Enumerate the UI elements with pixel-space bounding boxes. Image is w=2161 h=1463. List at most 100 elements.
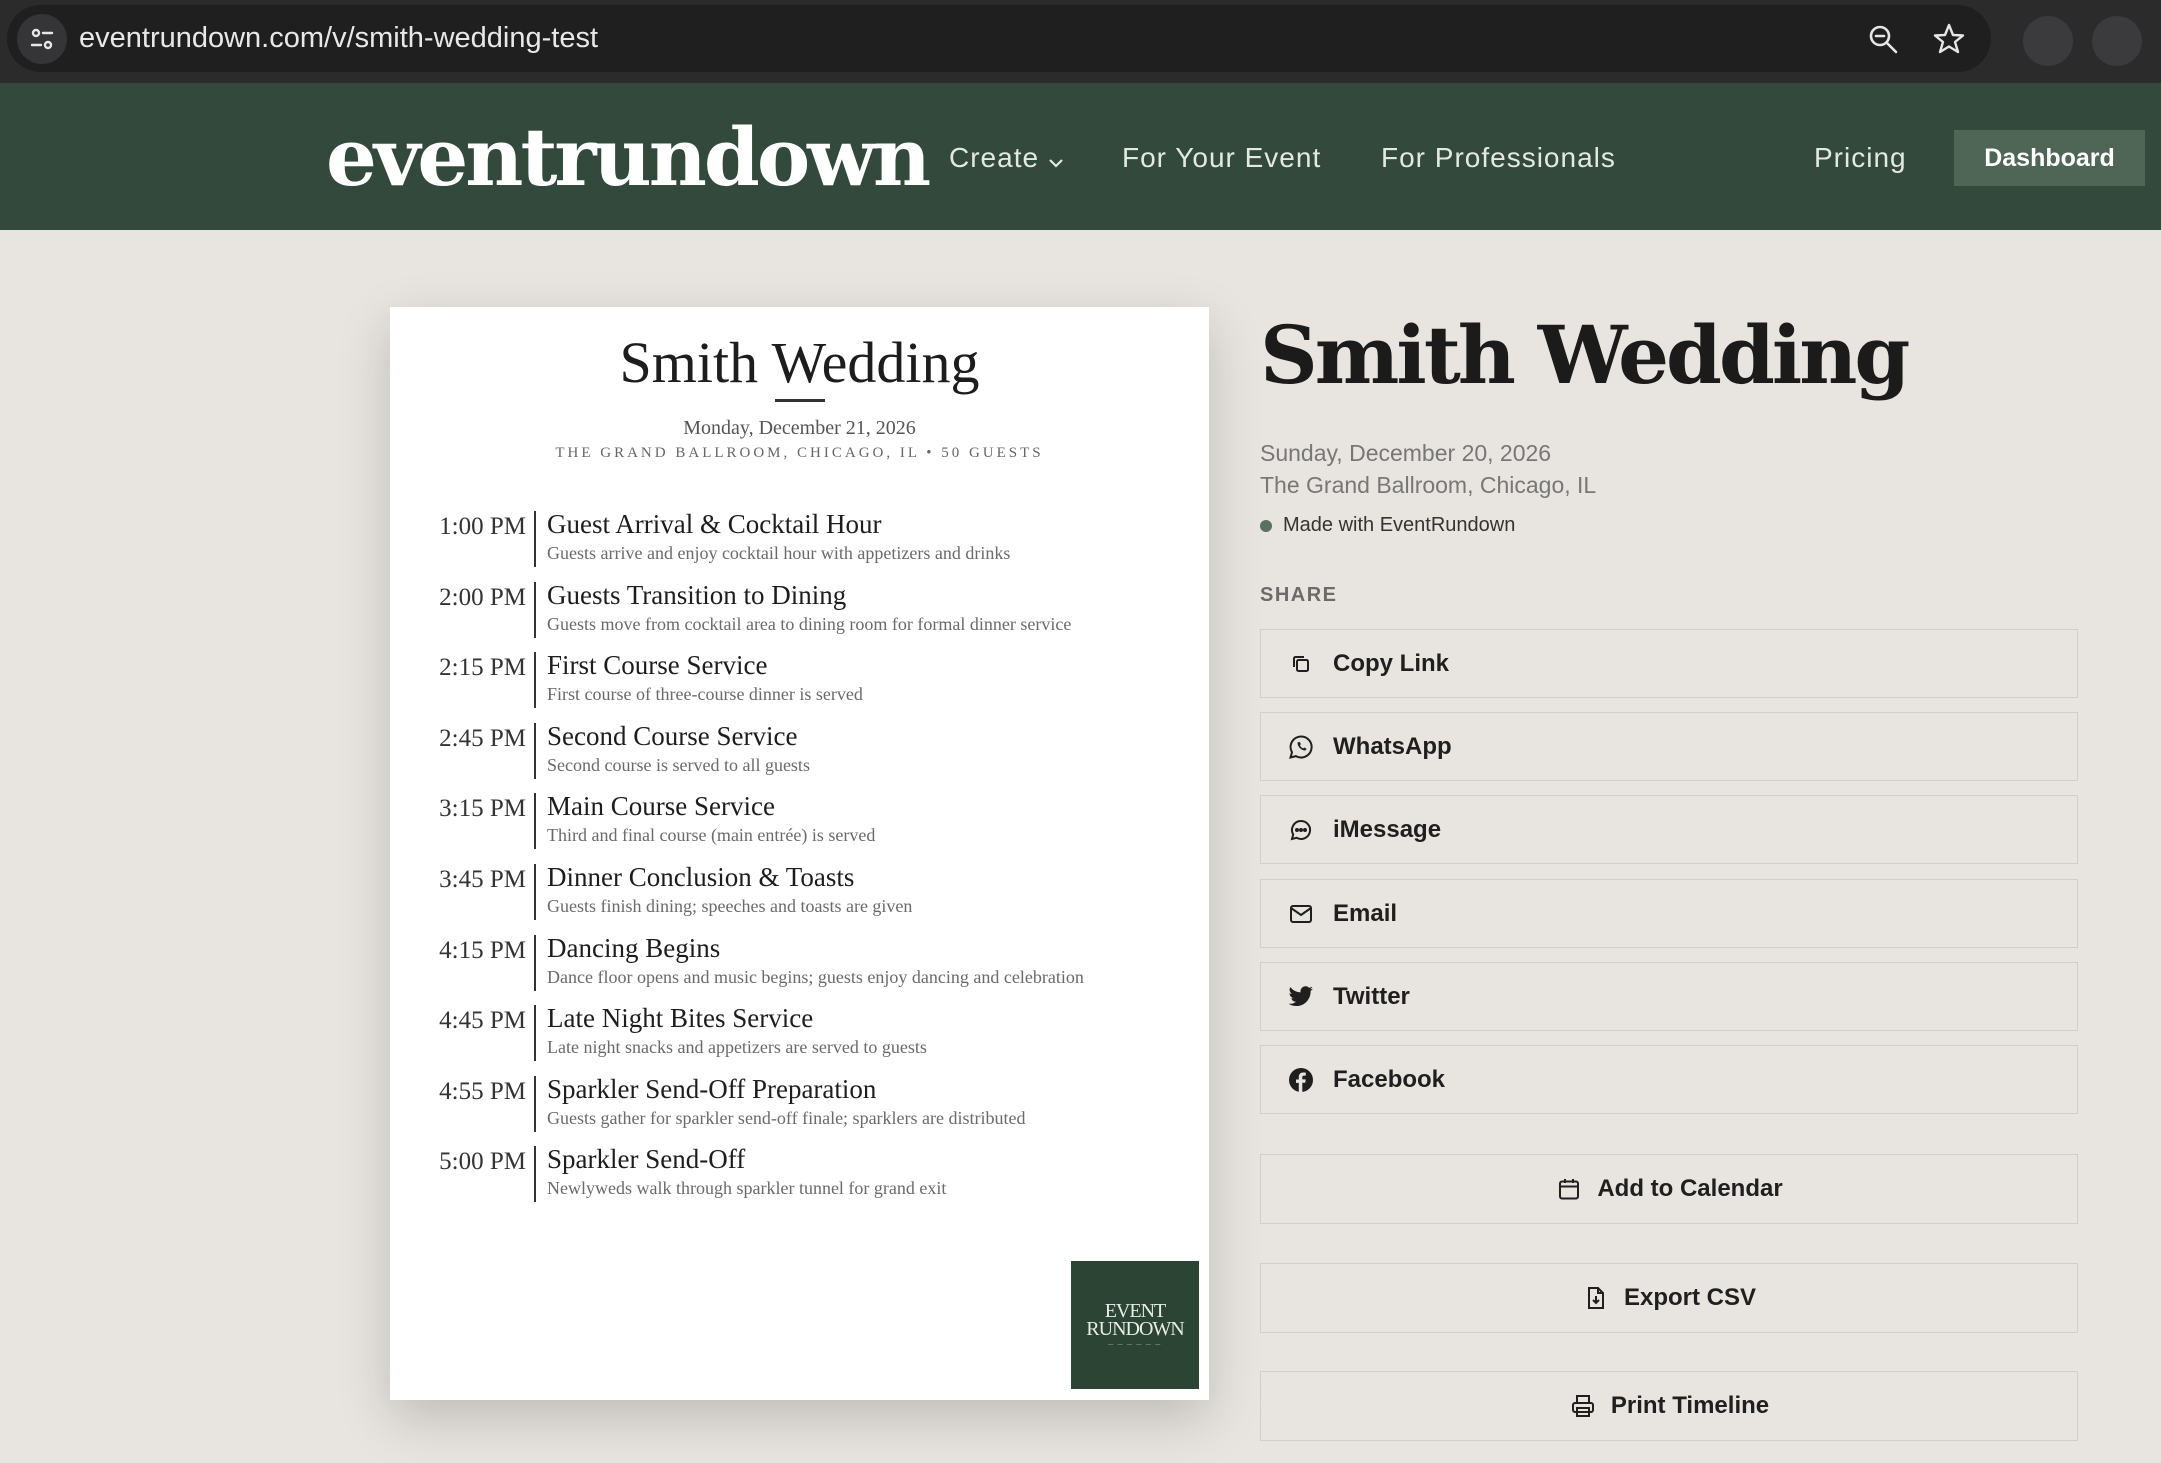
facebook-icon <box>1286 1065 1316 1095</box>
add-to-calendar-label: Add to Calendar <box>1597 1175 1783 1202</box>
timeline-bar <box>534 652 536 709</box>
timeline-item: 1:00 PM Guest Arrival & Cocktail Hour Gues… <box>390 503 1209 574</box>
timeline-item: 2:45 PM Second Course Service Second cours… <box>390 715 1209 786</box>
document-title: Smith Wedding <box>619 330 980 395</box>
email-label: Email <box>1333 899 1398 927</box>
browser-toolbar: eventrundown.com/v/smith-wedding-test <box>0 0 2161 83</box>
timeline-bar <box>534 934 536 991</box>
zoom-icon[interactable] <box>1863 19 1903 59</box>
facebook-button[interactable]: Facebook <box>1260 1045 2078 1114</box>
copy-link-button[interactable]: Copy Link <box>1260 629 2078 698</box>
twitter-button[interactable]: Twitter <box>1260 962 2078 1031</box>
timeline-item: 4:45 PM Late Night Bites Service Late nigh… <box>390 997 1209 1068</box>
timeline-description: Dance floor opens and music begins; gues… <box>547 966 1084 987</box>
title-divider <box>775 399 825 402</box>
mail-icon <box>1286 899 1316 929</box>
eventrundown-badge-logo: EVENT RUNDOWN — — — — — — <box>1071 1261 1199 1389</box>
timeline-time: 3:45 PM <box>439 865 526 893</box>
copy-icon <box>1286 649 1316 679</box>
nav-for-professionals[interactable]: For Professionals <box>1381 83 1616 230</box>
document-date: Monday, December 21, 2026 <box>683 417 916 439</box>
nav-pricing[interactable]: Pricing <box>1814 83 1907 230</box>
copy-link-label: Copy Link <box>1333 649 1450 677</box>
timeline-title: First Course Service <box>547 650 768 681</box>
timeline-bar <box>534 863 536 920</box>
timeline-title: Sparkler Send-Off <box>547 1144 746 1175</box>
whatsapp-icon <box>1286 732 1316 762</box>
print-timeline-button[interactable]: Print Timeline <box>1260 1371 2078 1441</box>
timeline-time: 1:00 PM <box>439 513 526 540</box>
timeline-item: 4:55 PM Sparkler Send-Off Preparation Gues… <box>390 1068 1209 1139</box>
badge-fine-print: — — — — — — <box>1108 1342 1162 1348</box>
site-settings-icon[interactable] <box>17 14 67 64</box>
imessage-button[interactable]: iMessage <box>1260 795 2078 864</box>
event-date: Sunday, December 20, 2026 <box>1260 440 1552 466</box>
timeline-description: Guests gather for sparkler send-off fina… <box>547 1107 1026 1128</box>
message-icon <box>1286 815 1316 845</box>
timeline-document-preview: Smith Wedding Monday, December 21, 2026 … <box>390 307 1209 1400</box>
nav-create[interactable]: Create <box>949 83 1065 230</box>
whatsapp-button[interactable]: WhatsApp <box>1260 712 2078 781</box>
timeline-bar <box>534 1146 536 1203</box>
add-to-calendar-button[interactable]: Add to Calendar <box>1260 1154 2078 1224</box>
made-with-text: Made with EventRundown <box>1283 514 1516 536</box>
address-bar[interactable]: eventrundown.com/v/smith-wedding-test <box>7 5 1991 72</box>
share-heading: SHARE <box>1260 584 1338 606</box>
timeline-time: 3:15 PM <box>439 795 526 823</box>
timeline-bar <box>534 511 536 567</box>
file-download-icon <box>1582 1284 1610 1312</box>
timeline-title: Late Night Bites Service <box>547 1003 814 1034</box>
timeline-title: Sparkler Send-Off Preparation <box>547 1073 877 1104</box>
timeline-item: 3:45 PM Dinner Conclusion & Toasts Guests … <box>390 856 1209 927</box>
timeline-bar <box>534 722 536 779</box>
export-csv-button[interactable]: Export CSV <box>1260 1263 2078 1333</box>
dashboard-button[interactable]: Dashboard <box>1954 130 2145 186</box>
timeline-item: 4:15 PM Dancing Begins Dance floor opens a… <box>390 927 1209 998</box>
facebook-label: Facebook <box>1333 1065 1446 1093</box>
timeline-description: Guests move from cocktail area to dining… <box>547 613 1072 634</box>
event-title: Smith Wedding <box>1260 308 1910 402</box>
chevron-down-icon <box>1047 85 1065 235</box>
extension-icon[interactable] <box>2023 16 2073 66</box>
nav-create-label: Create <box>949 142 1040 173</box>
nav-for-your-event[interactable]: For Your Event <box>1122 83 1321 230</box>
timeline-time: 5:00 PM <box>439 1148 526 1176</box>
timeline-title: Main Course Service <box>547 791 775 822</box>
timeline-time: 4:55 PM <box>439 1077 526 1105</box>
timeline-time: 4:15 PM <box>439 936 526 964</box>
timeline-title: Second Course Service <box>547 720 798 751</box>
timeline-item: 5:00 PM Sparkler Send-Off Newlyweds walk t… <box>390 1138 1209 1209</box>
timeline-bar <box>534 1075 536 1132</box>
export-csv-label: Export CSV <box>1623 1284 1757 1311</box>
timeline-time: 2:00 PM <box>439 583 526 611</box>
timeline-description: Guests finish dining; speeches and toast… <box>547 895 913 916</box>
email-button[interactable]: Email <box>1260 879 2078 948</box>
document-venue: THE GRAND BALLROOM, CHICAGO, IL • 50 GUE… <box>555 445 1044 461</box>
timeline-item: 3:15 PM Main Course Service Third and fina… <box>390 785 1209 856</box>
timeline-title: Guest Arrival & Cocktail Hour <box>547 509 882 539</box>
timeline-description: Guests arrive and enjoy cocktail hour wi… <box>547 543 1011 563</box>
made-with-badge: Made with EventRundown <box>1260 514 1515 537</box>
twitter-icon <box>1286 982 1316 1012</box>
bookmark-star-icon[interactable] <box>1929 19 1969 59</box>
url-text[interactable]: eventrundown.com/v/smith-wedding-test <box>79 5 598 72</box>
timeline-description: Third and final course (main entrée) is … <box>547 825 876 846</box>
twitter-label: Twitter <box>1333 982 1410 1010</box>
event-location: The Grand Ballroom, Chicago, IL <box>1260 472 1597 498</box>
profile-avatar[interactable] <box>2092 16 2142 66</box>
timeline-bar <box>534 1005 536 1062</box>
timeline-time: 2:45 PM <box>439 724 526 752</box>
site-logo[interactable]: eventrundown <box>326 107 931 207</box>
imessage-label: iMessage <box>1333 815 1442 843</box>
badge-line-2: RUNDOWN <box>1086 1318 1184 1340</box>
timeline-description: Newlyweds walk through sparkler tunnel f… <box>547 1178 947 1199</box>
print-timeline-label: Print Timeline <box>1610 1392 1770 1419</box>
timeline-description: Second course is served to all guests <box>547 754 810 775</box>
printer-icon <box>1569 1392 1597 1420</box>
timeline-title: Dinner Conclusion & Toasts <box>547 861 855 892</box>
timeline-time: 4:45 PM <box>439 1007 526 1035</box>
timeline-title: Dancing Begins <box>547 932 721 963</box>
site-header: eventrundown Create For Your Event For P… <box>0 83 2161 230</box>
timeline-item: 2:00 PM Guests Transition to Dining Guests… <box>390 574 1209 645</box>
timeline-bar <box>534 581 536 638</box>
